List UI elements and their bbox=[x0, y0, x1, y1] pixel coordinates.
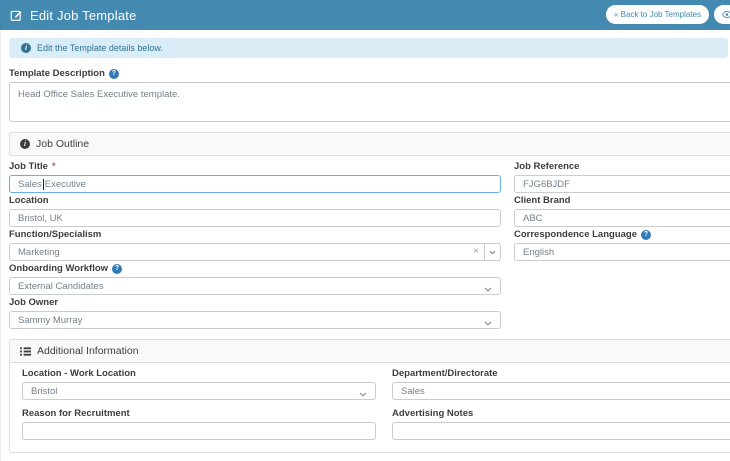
work-location-label: Location - Work Location bbox=[22, 368, 136, 379]
back-to-job-templates-button[interactable]: « Back to Job Templates bbox=[606, 5, 709, 24]
job-outline-section-header: i Job Outline bbox=[9, 132, 730, 156]
required-asterisk: * bbox=[52, 161, 56, 172]
client-brand-label: Client Brand bbox=[514, 195, 570, 206]
chevron-down-icon bbox=[484, 318, 492, 329]
onboarding-workflow-value: External Candidates bbox=[18, 281, 104, 292]
eye-icon bbox=[722, 10, 730, 19]
job-outline-heading: Job Outline bbox=[36, 138, 89, 150]
job-owner-label: Job Owner bbox=[9, 297, 58, 308]
job-reference-label: Job Reference bbox=[514, 161, 579, 172]
chevron-down-icon bbox=[484, 284, 492, 295]
correspondence-language-input[interactable] bbox=[514, 243, 730, 261]
additional-information-section-header: Additional Information bbox=[10, 340, 730, 363]
onboarding-workflow-label: Onboarding Workflow bbox=[9, 263, 108, 274]
header-actions: « Back to Job Templates P bbox=[606, 5, 730, 24]
department-directorate-label: Department/Directorate bbox=[392, 368, 498, 379]
question-circle-icon[interactable]: ? bbox=[109, 69, 119, 79]
function-specialism-select[interactable]: Marketing × bbox=[9, 243, 501, 261]
job-title-input[interactable]: Sales Executive bbox=[9, 175, 501, 193]
question-circle-icon[interactable]: ? bbox=[641, 230, 651, 240]
client-brand-input[interactable] bbox=[514, 209, 730, 227]
job-reference-input[interactable] bbox=[514, 175, 730, 193]
function-specialism-value: Marketing bbox=[18, 247, 473, 258]
question-circle-icon[interactable]: ? bbox=[112, 264, 122, 274]
correspondence-language-label: Correspondence Language bbox=[514, 229, 637, 240]
chevron-down-icon bbox=[489, 250, 496, 255]
info-alert: i Edit the Template details below. bbox=[9, 38, 728, 58]
job-title-label: Job Title bbox=[9, 161, 48, 172]
job-title-value-before-cursor: Sales bbox=[18, 179, 42, 190]
location-input[interactable] bbox=[9, 209, 501, 227]
onboarding-workflow-select[interactable]: External Candidates bbox=[9, 277, 501, 295]
function-specialism-label: Function/Specialism bbox=[9, 229, 101, 240]
main-content: i Edit the Template details below. Templ… bbox=[0, 30, 730, 461]
reason-for-recruitment-label: Reason for Recruitment bbox=[22, 408, 130, 419]
advertising-notes-input[interactable] bbox=[392, 422, 730, 440]
template-description-label: Template Description bbox=[9, 68, 105, 79]
work-location-value: Bristol bbox=[31, 386, 57, 397]
info-circle-icon: i bbox=[21, 43, 31, 53]
text-cursor bbox=[43, 179, 44, 190]
job-owner-value: Sammy Murray bbox=[18, 315, 82, 326]
chevron-down-icon bbox=[359, 389, 367, 400]
job-owner-select[interactable]: Sammy Murray bbox=[9, 311, 501, 329]
advertising-notes-label: Advertising Notes bbox=[392, 408, 473, 419]
template-description-textarea[interactable]: Head Office Sales Executive template. bbox=[9, 82, 730, 122]
additional-information-heading: Additional Information bbox=[37, 345, 139, 357]
location-label: Location bbox=[9, 195, 49, 206]
dropdown-caret-box[interactable] bbox=[484, 244, 500, 260]
reason-for-recruitment-input[interactable] bbox=[22, 422, 376, 440]
department-directorate-input[interactable] bbox=[392, 382, 730, 400]
page-title: Edit Job Template bbox=[30, 8, 137, 23]
clear-selection-icon[interactable]: × bbox=[473, 247, 479, 257]
work-location-select[interactable]: Bristol bbox=[22, 382, 376, 400]
list-icon bbox=[20, 346, 31, 357]
preview-button[interactable]: P bbox=[714, 5, 730, 24]
template-description-label-row: Template Description ? bbox=[9, 68, 730, 79]
info-circle-icon: i bbox=[20, 139, 30, 149]
job-title-value-after-cursor: Executive bbox=[45, 179, 86, 190]
page-header: Edit Job Template « Back to Job Template… bbox=[0, 0, 730, 30]
info-alert-text: Edit the Template details below. bbox=[37, 43, 163, 53]
edit-icon bbox=[10, 9, 23, 22]
additional-information-panel: Additional Information Location - Work L… bbox=[9, 339, 730, 453]
